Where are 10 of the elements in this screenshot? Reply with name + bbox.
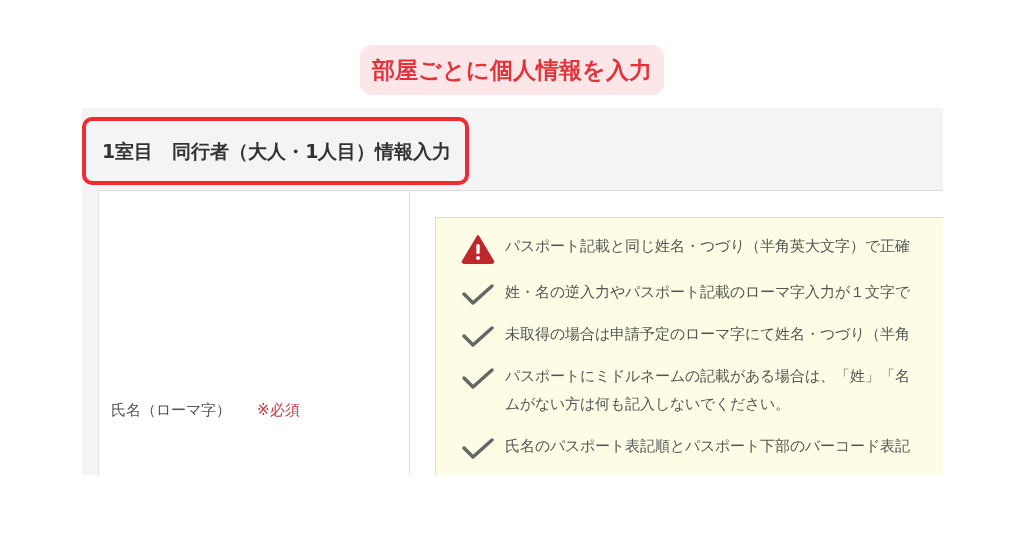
- notice-text: 未取得の場合は申請予定のローマ字にて姓名・つづり（半角: [505, 324, 911, 345]
- notice-text: パスポートにミドルネームの記載がある場合は、「姓」「名ムがない方は何も記入しないでください。: [505, 366, 911, 415]
- section-title: 1室目 同行者（大人・1人目）情報入力: [82, 117, 470, 185]
- notice-text: パスポート記載と同じ姓名・つづり（半角英大文字）で正確: [505, 236, 911, 257]
- annotation-label: 部屋ごとに個人情報を入力: [360, 45, 664, 95]
- required-mark: ※必須: [257, 401, 300, 421]
- notice-text: 氏名のパスポート表記順とパスポート下部のバーコード表記: [505, 436, 911, 457]
- notice-text: 姓・名の逆入力やパスポート記載のローマ字入力が１文字で: [505, 282, 911, 303]
- warning-icon: [461, 234, 495, 264]
- field-label: 氏名（ローマ字）: [111, 401, 231, 421]
